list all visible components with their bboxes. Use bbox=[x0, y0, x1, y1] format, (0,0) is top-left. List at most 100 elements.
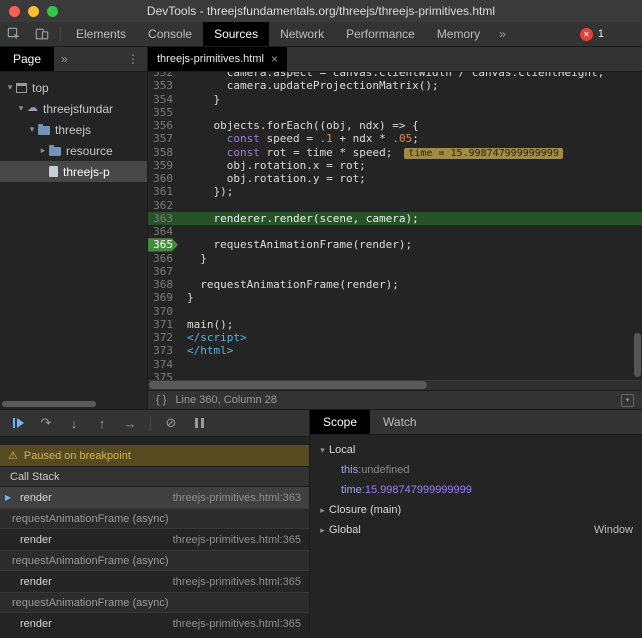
call-stack-frame[interactable]: renderthreejs-primitives.html:365 bbox=[0, 613, 309, 634]
line-number[interactable]: 354 bbox=[148, 93, 178, 106]
line-number[interactable]: 352 bbox=[148, 72, 178, 79]
tab-memory[interactable]: Memory bbox=[426, 22, 491, 46]
line-number[interactable]: 358 bbox=[148, 146, 178, 159]
code-editor[interactable]: 352 camera.aspect = canvas.clientWidth /… bbox=[148, 72, 642, 390]
disclosure-open-icon[interactable]: ▾ bbox=[15, 103, 27, 114]
tab-watch[interactable]: Watch bbox=[370, 410, 430, 434]
code-text[interactable] bbox=[178, 265, 187, 278]
tab-scope[interactable]: Scope bbox=[310, 410, 370, 434]
line-number[interactable]: 373 bbox=[148, 344, 178, 357]
code-text[interactable]: }); bbox=[178, 185, 233, 198]
editor-overflow-menu-icon[interactable]: ▾ bbox=[621, 394, 634, 407]
disclosure-open-icon[interactable]: ▾ bbox=[316, 445, 329, 456]
scope-section-local[interactable]: ▾Local bbox=[310, 440, 642, 460]
call-stack-frame[interactable]: renderthreejs-primitives.html:365 bbox=[0, 571, 309, 592]
tab-network[interactable]: Network bbox=[269, 22, 335, 46]
tree-item-top[interactable]: ▾top bbox=[0, 77, 147, 98]
tab-console[interactable]: Console bbox=[137, 22, 203, 46]
editor-tab-threejs-primitives[interactable]: threejs-primitives.html × bbox=[148, 47, 287, 71]
disclosure-closed-icon[interactable]: ▸ bbox=[37, 145, 49, 156]
code-text[interactable]: const rot = time * speed;time = 15.99874… bbox=[178, 146, 563, 159]
call-stack-header[interactable]: Call Stack bbox=[0, 466, 309, 487]
disclosure-open-icon[interactable]: ▾ bbox=[26, 124, 38, 135]
scope-variable-this[interactable]: this: undefined bbox=[310, 460, 642, 480]
line-number[interactable]: 356 bbox=[148, 119, 178, 132]
code-text[interactable] bbox=[178, 199, 187, 212]
breakpoint-marker[interactable]: 365 bbox=[148, 238, 178, 251]
pretty-print-button[interactable]: { } bbox=[156, 394, 166, 406]
code-text[interactable] bbox=[178, 358, 187, 371]
code-text[interactable]: requestAnimationFrame(render); bbox=[178, 278, 399, 291]
disclosure-closed-icon[interactable]: ▸ bbox=[316, 525, 329, 536]
line-number[interactable]: 355 bbox=[148, 106, 178, 119]
minimize-window-button[interactable] bbox=[28, 6, 39, 17]
close-tab-icon[interactable]: × bbox=[271, 52, 278, 66]
tab-performance[interactable]: Performance bbox=[335, 22, 426, 46]
code-text[interactable]: obj.rotation.x = rot; bbox=[178, 159, 366, 172]
code-text[interactable] bbox=[178, 106, 187, 119]
call-stack-frame[interactable]: renderthreejs-primitives.html:365 bbox=[0, 529, 309, 550]
code-text[interactable]: } bbox=[178, 291, 194, 304]
more-panels-chevron-icon[interactable]: » bbox=[491, 22, 514, 46]
line-number[interactable]: 374 bbox=[148, 358, 178, 371]
code-text[interactable]: const speed = .1 + ndx * .05; bbox=[178, 132, 419, 145]
tree-item-resources-folder[interactable]: ▸resource bbox=[0, 140, 147, 161]
tree-item-threejs-folder[interactable]: ▾threejs bbox=[0, 119, 147, 140]
disclosure-open-icon[interactable]: ▾ bbox=[4, 82, 16, 93]
line-number[interactable]: 359 bbox=[148, 159, 178, 172]
step-over-button[interactable]: ↷ bbox=[32, 410, 60, 436]
tree-item-current-file[interactable]: threejs-p bbox=[0, 161, 147, 182]
line-number[interactable]: 367 bbox=[148, 265, 178, 278]
scrollbar-thumb[interactable] bbox=[149, 381, 427, 389]
close-window-button[interactable] bbox=[9, 6, 20, 17]
line-number[interactable]: 371 bbox=[148, 318, 178, 331]
line-number[interactable]: 366 bbox=[148, 252, 178, 265]
scope-section-closure-main[interactable]: ▸Closure (main) bbox=[310, 500, 642, 520]
code-text[interactable]: camera.aspect = canvas.clientWidth / can… bbox=[178, 72, 604, 79]
call-stack-async-row[interactable]: requestAnimationFrame (async) bbox=[0, 508, 309, 529]
pause-on-exceptions-button[interactable] bbox=[185, 410, 213, 436]
code-text[interactable]: </script> bbox=[178, 331, 247, 344]
tab-page[interactable]: Page bbox=[0, 47, 54, 71]
call-stack-frame[interactable]: ▶renderthreejs-primitives.html:363 bbox=[0, 487, 309, 508]
scope-variable-time[interactable]: time: 15.998747999999999 bbox=[310, 480, 642, 500]
line-number[interactable]: 362 bbox=[148, 199, 178, 212]
inspect-element-button[interactable] bbox=[0, 22, 28, 46]
line-number[interactable]: 369 bbox=[148, 291, 178, 304]
code-text[interactable]: } bbox=[178, 93, 220, 106]
resume-button[interactable] bbox=[4, 410, 32, 436]
line-number[interactable]: 361 bbox=[148, 185, 178, 198]
navigator-menu-icon[interactable]: ⋮ bbox=[127, 52, 140, 66]
deactivate-breakpoints-button[interactable]: ⊘ bbox=[157, 410, 185, 436]
code-text[interactable]: obj.rotation.y = rot; bbox=[178, 172, 366, 185]
zoom-window-button[interactable] bbox=[47, 6, 58, 17]
step-out-button[interactable]: ↑ bbox=[88, 410, 116, 436]
call-stack-async-row[interactable]: requestAnimationFrame (async) bbox=[0, 592, 309, 613]
editor-vertical-scrollbar[interactable] bbox=[634, 333, 641, 377]
code-text[interactable]: </html> bbox=[178, 344, 233, 357]
line-number[interactable]: 370 bbox=[148, 305, 178, 318]
line-number[interactable]: 372 bbox=[148, 331, 178, 344]
sidebar-horizontal-scrollbar[interactable] bbox=[2, 401, 96, 407]
navigator-more-tabs-chevron-icon[interactable]: » bbox=[61, 52, 68, 66]
line-number[interactable]: 368 bbox=[148, 278, 178, 291]
code-text[interactable]: objects.forEach((obj, ndx) => { bbox=[178, 119, 419, 132]
code-text[interactable]: requestAnimationFrame(render); bbox=[178, 238, 412, 251]
scope-section-global[interactable]: ▸GlobalWindow bbox=[310, 520, 642, 540]
code-text[interactable] bbox=[178, 225, 187, 238]
code-text[interactable] bbox=[178, 305, 187, 318]
code-text[interactable]: main(); bbox=[178, 318, 233, 331]
code-text[interactable]: camera.updateProjectionMatrix(); bbox=[178, 79, 439, 92]
line-number[interactable]: 353 bbox=[148, 79, 178, 92]
editor-horizontal-scrollbar[interactable] bbox=[148, 380, 642, 390]
call-stack-async-row[interactable]: requestAnimationFrame (async) bbox=[0, 550, 309, 571]
line-number[interactable]: 363 bbox=[148, 212, 178, 225]
tab-sources[interactable]: Sources bbox=[203, 22, 269, 46]
device-toolbar-button[interactable] bbox=[28, 22, 56, 46]
code-text[interactable]: } bbox=[178, 252, 207, 265]
code-text[interactable]: renderer.render(scene, camera); bbox=[178, 212, 419, 225]
line-number[interactable]: 357 bbox=[148, 132, 178, 145]
step-into-button[interactable]: ↓ bbox=[60, 410, 88, 436]
error-badge[interactable]: ✕ 1 bbox=[580, 22, 642, 46]
step-button[interactable]: → bbox=[116, 410, 144, 436]
